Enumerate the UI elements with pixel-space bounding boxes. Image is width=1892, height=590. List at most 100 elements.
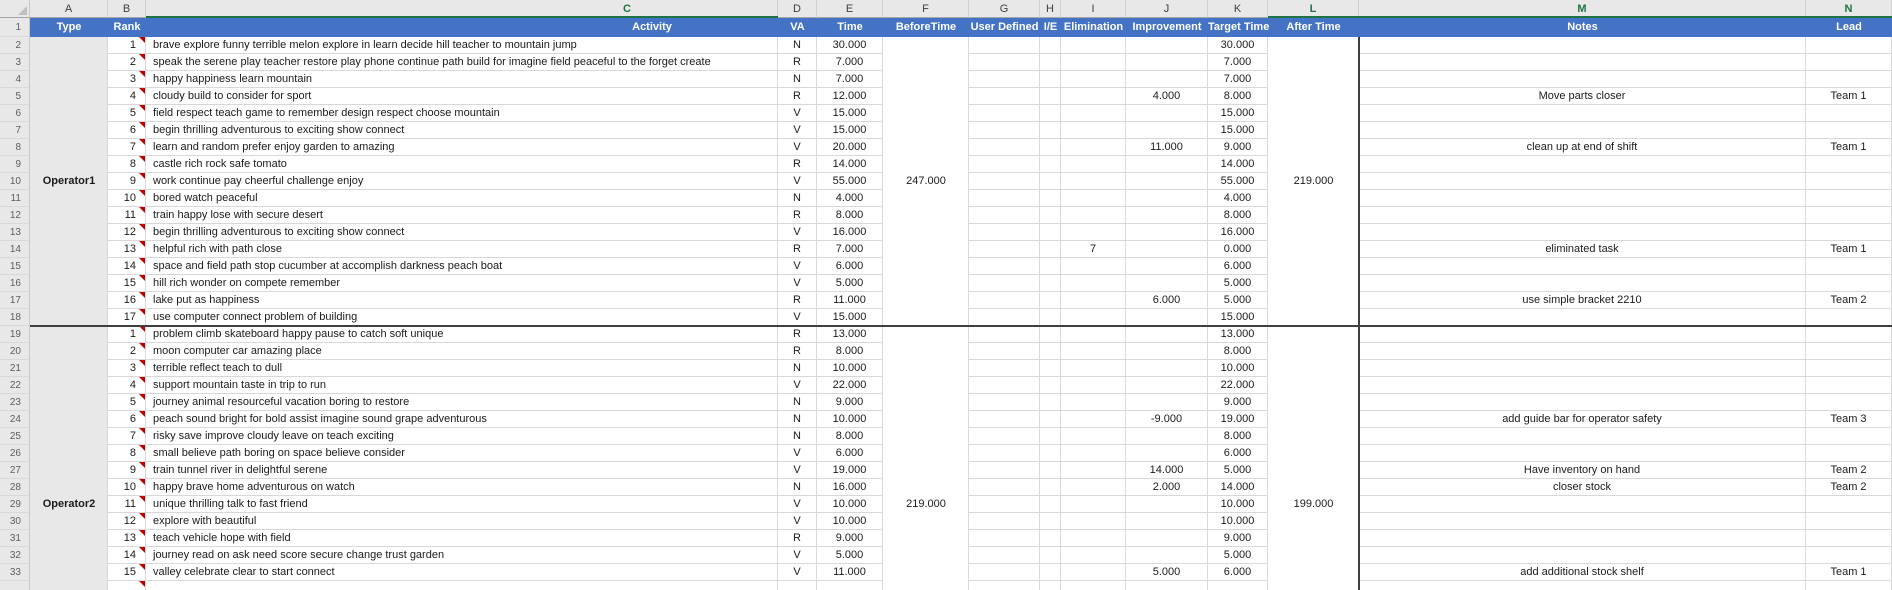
cell-B9-rank[interactable]: 8 bbox=[108, 156, 146, 173]
cell-H17-ie[interactable] bbox=[1040, 292, 1061, 309]
cell-N10-lead[interactable] bbox=[1806, 173, 1892, 190]
cell-H34[interactable] bbox=[1040, 581, 1061, 590]
cell-G11-user-defined[interactable] bbox=[969, 190, 1040, 207]
cell-E6-time[interactable]: 15.000 bbox=[817, 105, 883, 122]
row-header-25[interactable]: 25 bbox=[0, 428, 30, 445]
row-header-24[interactable]: 24 bbox=[0, 411, 30, 428]
cell-E31-time[interactable]: 9.000 bbox=[817, 530, 883, 547]
cell-N23-lead[interactable] bbox=[1806, 394, 1892, 411]
cell-G2-user-defined[interactable] bbox=[969, 37, 1040, 54]
cell-M14-notes[interactable]: eliminated task bbox=[1359, 241, 1806, 258]
cell-I30-elimination[interactable] bbox=[1061, 513, 1126, 530]
cell-E17-time[interactable]: 11.000 bbox=[817, 292, 883, 309]
cell-N4-lead[interactable] bbox=[1806, 71, 1892, 88]
cell-G4-user-defined[interactable] bbox=[969, 71, 1040, 88]
cell-M11-notes[interactable] bbox=[1359, 190, 1806, 207]
cell-D18-va[interactable]: V bbox=[778, 309, 817, 326]
column-header-K[interactable]: K bbox=[1208, 0, 1268, 18]
cell-C29-activity[interactable]: unique thrilling talk to fast friend bbox=[146, 496, 778, 513]
cell-C13-activity[interactable]: begin thrilling adventurous to exciting … bbox=[146, 224, 778, 241]
cell-B15-rank[interactable]: 14 bbox=[108, 258, 146, 275]
cell-G15-user-defined[interactable] bbox=[969, 258, 1040, 275]
cell-H22-ie[interactable] bbox=[1040, 377, 1061, 394]
cell-B21-rank[interactable]: 3 bbox=[108, 360, 146, 377]
cell-K2-target-time[interactable]: 30.000 bbox=[1208, 37, 1268, 54]
cell-B3-rank[interactable]: 2 bbox=[108, 54, 146, 71]
cell-E23-time[interactable]: 9.000 bbox=[817, 394, 883, 411]
cell-M13-notes[interactable] bbox=[1359, 224, 1806, 241]
cell-G31-user-defined[interactable] bbox=[969, 530, 1040, 547]
cell-M18-notes[interactable] bbox=[1359, 309, 1806, 326]
cell-C7-activity[interactable]: begin thrilling adventurous to exciting … bbox=[146, 122, 778, 139]
cell-N16-lead[interactable] bbox=[1806, 275, 1892, 292]
cell-K23-target-time[interactable]: 9.000 bbox=[1208, 394, 1268, 411]
cell-D9-va[interactable]: R bbox=[778, 156, 817, 173]
cell-D4-va[interactable]: N bbox=[778, 71, 817, 88]
cell-J10-improvement[interactable] bbox=[1126, 173, 1208, 190]
cell-I31-elimination[interactable] bbox=[1061, 530, 1126, 547]
cell-C16-activity[interactable]: hill rich wonder on compete remember bbox=[146, 275, 778, 292]
cell-M34[interactable] bbox=[1359, 581, 1806, 590]
cell-G21-user-defined[interactable] bbox=[969, 360, 1040, 377]
cell-C33-activity[interactable]: valley celebrate clear to start connect bbox=[146, 564, 778, 581]
row-header-2[interactable]: 2 bbox=[0, 37, 30, 54]
cell-G13-user-defined[interactable] bbox=[969, 224, 1040, 241]
cell-J32-improvement[interactable] bbox=[1126, 547, 1208, 564]
cell-M9-notes[interactable] bbox=[1359, 156, 1806, 173]
cell-C2-activity[interactable]: brave explore funny terrible melon explo… bbox=[146, 37, 778, 54]
cell-E30-time[interactable]: 10.000 bbox=[817, 513, 883, 530]
cell-K34[interactable] bbox=[1208, 581, 1268, 590]
cell-J11-improvement[interactable] bbox=[1126, 190, 1208, 207]
cell-C3-activity[interactable]: speak the serene play teacher restore pl… bbox=[146, 54, 778, 71]
cell-H10-ie[interactable] bbox=[1040, 173, 1061, 190]
cell-I14-elimination[interactable]: 7 bbox=[1061, 241, 1126, 258]
cell-J3-improvement[interactable] bbox=[1126, 54, 1208, 71]
cell-K6-target-time[interactable]: 15.000 bbox=[1208, 105, 1268, 122]
cell-E4-time[interactable]: 7.000 bbox=[817, 71, 883, 88]
cell-H11-ie[interactable] bbox=[1040, 190, 1061, 207]
cell-B25-rank[interactable]: 7 bbox=[108, 428, 146, 445]
cell-C32-activity[interactable]: journey read on ask need score secure ch… bbox=[146, 547, 778, 564]
cell-H6-ie[interactable] bbox=[1040, 105, 1061, 122]
cell-M32-notes[interactable] bbox=[1359, 547, 1806, 564]
cell-N26-lead[interactable] bbox=[1806, 445, 1892, 462]
cell-K28-target-time[interactable]: 14.000 bbox=[1208, 479, 1268, 496]
cell-M15-notes[interactable] bbox=[1359, 258, 1806, 275]
sheet-header-beforetime[interactable]: BeforeTime bbox=[883, 18, 969, 37]
cell-K17-target-time[interactable]: 5.000 bbox=[1208, 292, 1268, 309]
cell-H14-ie[interactable] bbox=[1040, 241, 1061, 258]
row-header-1[interactable]: 1 bbox=[0, 18, 30, 37]
cell-C10-activity[interactable]: work continue pay cheerful challenge enj… bbox=[146, 173, 778, 190]
cell-B30-rank[interactable]: 12 bbox=[108, 513, 146, 530]
sheet-header-time[interactable]: Time bbox=[817, 18, 883, 37]
cell-E16-time[interactable]: 5.000 bbox=[817, 275, 883, 292]
cell-E9-time[interactable]: 14.000 bbox=[817, 156, 883, 173]
type-cell-operator2[interactable] bbox=[30, 326, 108, 581]
cell-M2-notes[interactable] bbox=[1359, 37, 1806, 54]
cell-K31-target-time[interactable]: 9.000 bbox=[1208, 530, 1268, 547]
cell-J15-improvement[interactable] bbox=[1126, 258, 1208, 275]
sheet-header-activity[interactable]: Activity bbox=[552, 18, 752, 37]
cell-G34[interactable] bbox=[969, 581, 1040, 590]
sheet-header-lead[interactable]: Lead bbox=[1806, 18, 1892, 37]
cell-G26-user-defined[interactable] bbox=[969, 445, 1040, 462]
cell-N31-lead[interactable] bbox=[1806, 530, 1892, 547]
cell-B6-rank[interactable]: 5 bbox=[108, 105, 146, 122]
cell-I10-elimination[interactable] bbox=[1061, 173, 1126, 190]
cell-B26-rank[interactable]: 8 bbox=[108, 445, 146, 462]
cell-H3-ie[interactable] bbox=[1040, 54, 1061, 71]
cell-N6-lead[interactable] bbox=[1806, 105, 1892, 122]
cell-D34[interactable] bbox=[778, 581, 817, 590]
sheet-header-i-e[interactable]: I/E bbox=[1040, 18, 1061, 37]
cell-C23-activity[interactable]: journey animal resourceful vacation bori… bbox=[146, 394, 778, 411]
cell-H26-ie[interactable] bbox=[1040, 445, 1061, 462]
cell-C11-activity[interactable]: bored watch peaceful bbox=[146, 190, 778, 207]
cell-M3-notes[interactable] bbox=[1359, 54, 1806, 71]
cell-L34[interactable] bbox=[1268, 581, 1359, 590]
cell-D12-va[interactable]: R bbox=[778, 207, 817, 224]
cell-J26-improvement[interactable] bbox=[1126, 445, 1208, 462]
row-header-7[interactable]: 7 bbox=[0, 122, 30, 139]
cell-M6-notes[interactable] bbox=[1359, 105, 1806, 122]
cell-G33-user-defined[interactable] bbox=[969, 564, 1040, 581]
cell-E11-time[interactable]: 4.000 bbox=[817, 190, 883, 207]
